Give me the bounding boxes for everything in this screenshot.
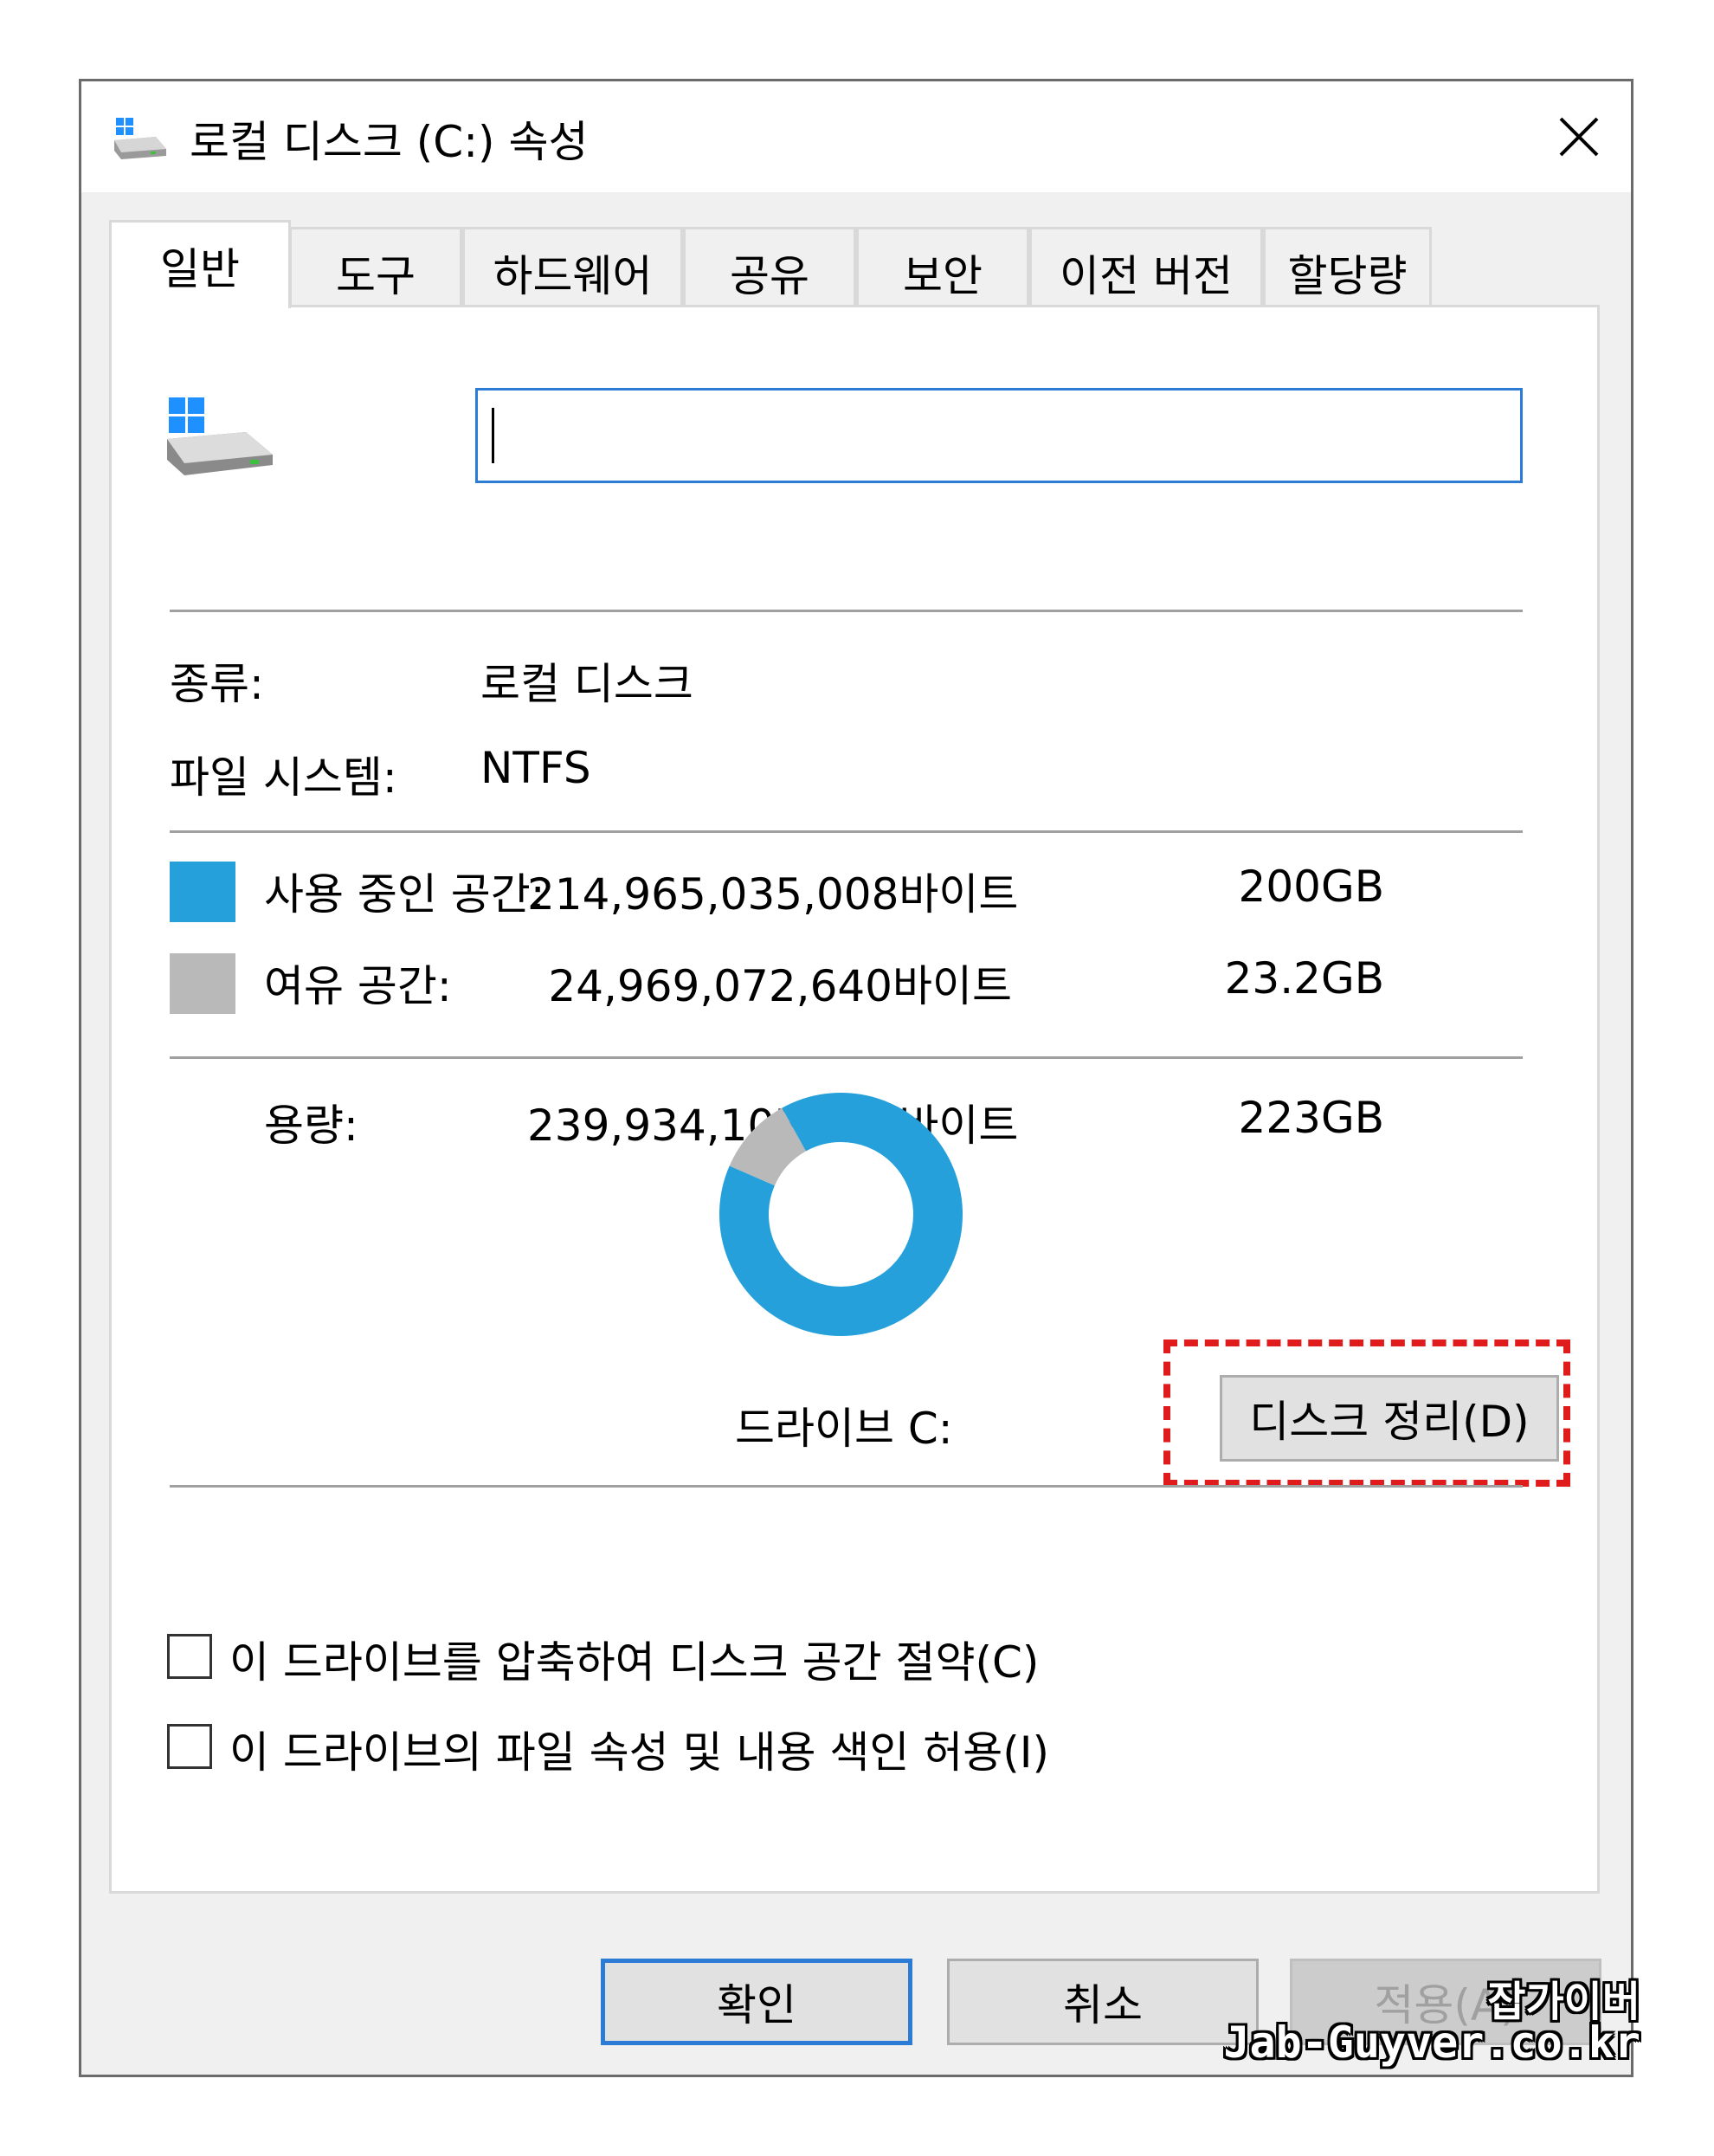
tab-sharing[interactable]: 공유 — [683, 227, 856, 307]
title-bar: 로컬 디스크 (C:) 속성 — [81, 81, 1631, 192]
separator — [170, 610, 1523, 612]
tab-previous-versions[interactable]: 이전 버전 — [1029, 227, 1263, 307]
window-title: 로컬 디스크 (C:) 속성 — [190, 117, 589, 167]
separator — [170, 1056, 1523, 1059]
properties-dialog: 로컬 디스크 (C:) 속성 일반 도구 하드웨어 공유 보안 이전 버전 할당… — [79, 79, 1633, 2077]
usage-donut-chart — [719, 1093, 963, 1336]
compress-checkbox[interactable] — [167, 1634, 212, 1679]
used-space-size: 200GB — [1238, 862, 1384, 912]
tab-quota[interactable]: 할당량 — [1263, 227, 1432, 307]
close-button[interactable] — [1527, 81, 1631, 192]
index-checkbox[interactable] — [167, 1724, 212, 1769]
capacity-size: 223GB — [1238, 1093, 1384, 1143]
drive-name-input[interactable] — [475, 388, 1523, 483]
used-space-label: 사용 중인 공간: — [264, 869, 545, 920]
separator — [170, 1485, 1523, 1488]
free-space-size: 23.2GB — [1224, 953, 1384, 1004]
compress-checkbox-label[interactable]: 이 드라이브를 압축하여 디스크 공간 절약(C) — [229, 1628, 1039, 1690]
free-space-label: 여유 공간: — [264, 961, 452, 1011]
general-panel: 종류: 로컬 디스크 파일 시스템: NTFS 사용 중인 공간: 214,96… — [109, 305, 1600, 1894]
used-space-swatch — [170, 862, 235, 922]
tab-security[interactable]: 보안 — [856, 227, 1029, 307]
capacity-label: 용량: — [264, 1101, 358, 1151]
text-caret — [492, 408, 494, 463]
filesystem-label: 파일 시스템: — [170, 752, 397, 803]
separator — [170, 830, 1523, 833]
tab-hardware[interactable]: 하드웨어 — [462, 227, 683, 307]
tab-general[interactable]: 일반 — [109, 220, 291, 308]
filesystem-value: NTFS — [480, 743, 591, 793]
free-space-bytes: 24,969,072,640바이트 — [548, 961, 1012, 1011]
drive-icon — [167, 397, 273, 475]
drive-icon — [114, 118, 166, 159]
ok-button[interactable]: 확인 — [601, 1959, 912, 2045]
close-icon — [1559, 117, 1599, 157]
drive-letter-label: 드라이브 C: — [735, 1404, 953, 1454]
watermark-line2: Jab-Guyver.co.kr — [1223, 2017, 1640, 2068]
tab-tools[interactable]: 도구 — [289, 227, 462, 307]
disk-cleanup-button[interactable]: 디스크 정리(D) — [1220, 1375, 1559, 1462]
index-checkbox-label[interactable]: 이 드라이브의 파일 속성 및 내용 색인 허용(I) — [229, 1718, 1049, 1780]
type-label: 종류: — [170, 659, 264, 709]
type-value: 로컬 디스크 — [480, 659, 693, 709]
used-space-bytes: 214,965,035,008바이트 — [527, 869, 1019, 920]
free-space-swatch — [170, 953, 235, 1014]
